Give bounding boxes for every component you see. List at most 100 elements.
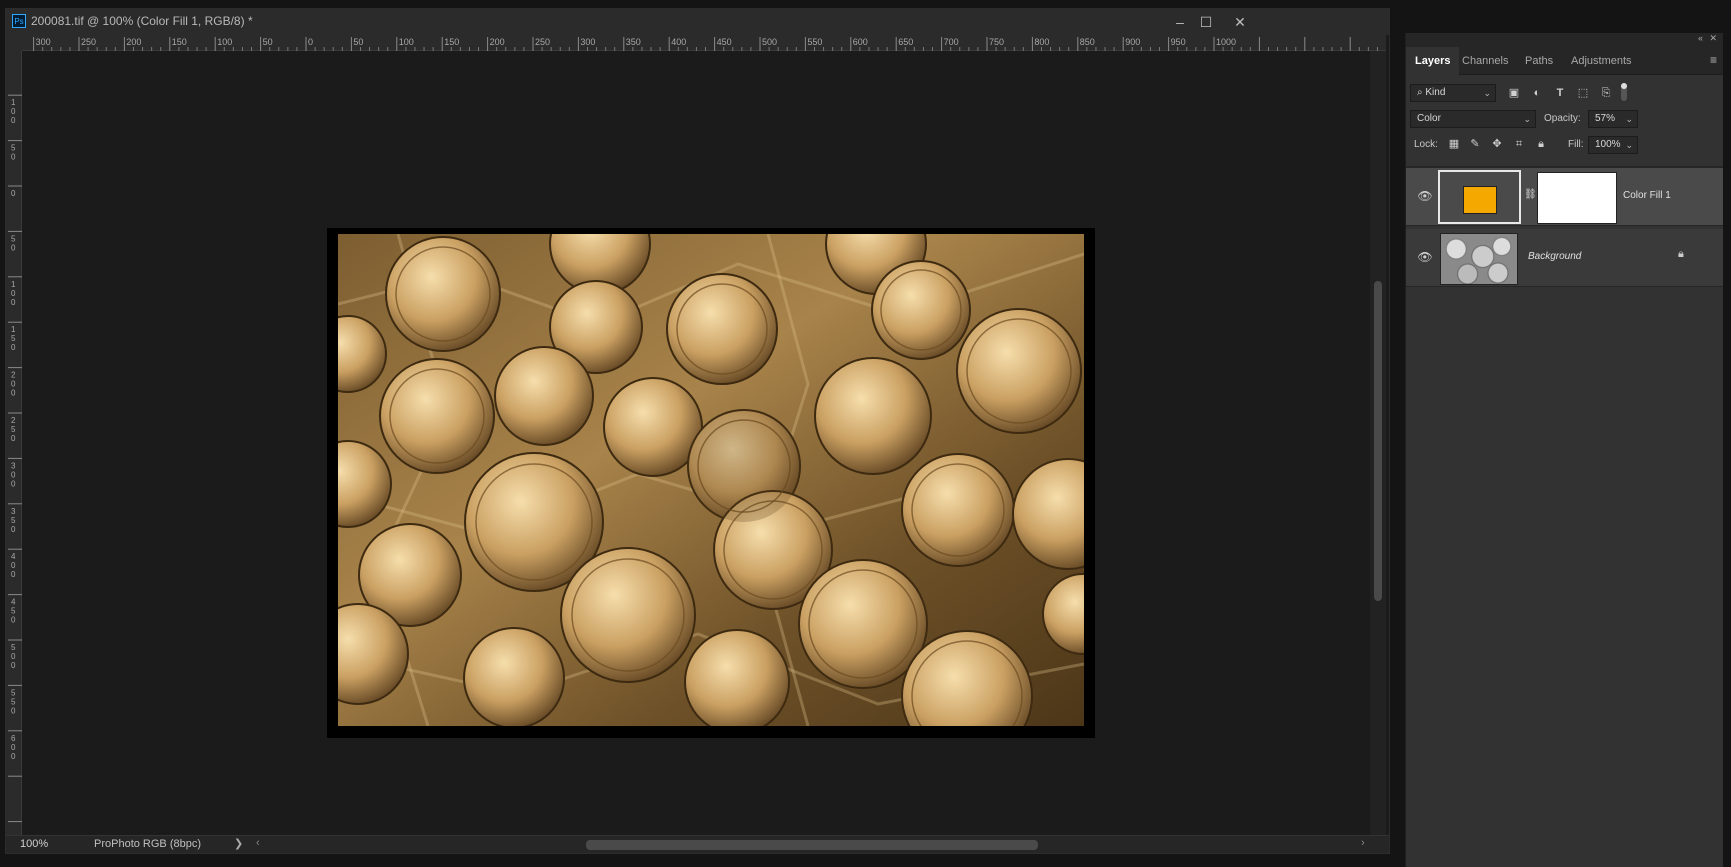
ruler-tick-label: 5	[11, 234, 16, 243]
adjustment-layer-filter-icon[interactable]: ◐	[1529, 85, 1545, 101]
ruler-tick-label: 0	[11, 153, 16, 162]
layer-mask-thumbnail[interactable]	[1537, 172, 1617, 224]
lock-image-pixels-brush-icon[interactable]: ✎	[1467, 136, 1483, 152]
opacity-input[interactable]: 57% ⌄	[1588, 110, 1638, 128]
blend-mode-select[interactable]: Color ⌄	[1410, 110, 1536, 128]
lock-all-icon[interactable]: 🔒︎	[1533, 136, 1549, 152]
ruler-tick-label: 2	[11, 416, 16, 425]
filter-toggle-switch[interactable]	[1621, 83, 1627, 101]
ruler-tick-label: 400	[671, 37, 686, 47]
horizontal-scroll-thumb[interactable]	[586, 840, 1038, 850]
ruler-tick-label: 0	[11, 107, 16, 116]
lock-position-move-icon[interactable]: ✥	[1489, 136, 1505, 152]
ruler-tick-label: 150	[444, 37, 459, 47]
ruler-tick-label: 0	[11, 343, 16, 352]
ruler-tick-label: 100	[217, 37, 232, 47]
close-button[interactable]: ✕	[1228, 12, 1252, 32]
shape-layer-filter-icon[interactable]: ⬚	[1575, 85, 1591, 101]
blend-mode-value: Color	[1417, 113, 1441, 124]
vertical-scrollbar[interactable]	[1370, 51, 1386, 835]
lock-transparent-pixels-icon[interactable]: ▦	[1446, 136, 1462, 152]
ruler-tick-label: 2	[11, 371, 16, 380]
status-menu-arrow-icon[interactable]: ❯	[234, 837, 243, 850]
ruler-tick-label: 550	[807, 37, 822, 47]
smart-object-filter-icon[interactable]: ⎘	[1598, 85, 1614, 101]
ruler-tick-label: 150	[172, 37, 187, 47]
ruler-tick-label: 0	[11, 289, 16, 298]
layer-row-background[interactable]: 👁︎ Background 🔒︎	[1406, 229, 1723, 287]
tab-channels[interactable]: Channels	[1453, 47, 1517, 75]
collapse-panel-icon[interactable]: «	[1698, 33, 1703, 43]
ruler-tick-label: 0	[11, 616, 16, 625]
layer-row-color-fill-1[interactable]: 👁︎ ⛓ Color Fill 1	[1406, 168, 1723, 226]
ruler-tick-label: 0	[11, 479, 16, 488]
canvas-frame	[304, 193, 1124, 762]
mask-link-chain-icon[interactable]: ⛓	[1524, 189, 1537, 203]
ruler-tick-label: 3	[11, 507, 16, 516]
layers-panel: « ✕ Layers Channels Paths Adjustments ≡ …	[1405, 33, 1723, 867]
ruler-tick-label: 0	[11, 743, 16, 752]
scroll-right-icon[interactable]: ›	[1361, 837, 1365, 849]
horizontal-ruler-ticks: 300 250 200 150 100 50 0 50 100 150 200 250 300 350 40…	[33, 37, 1378, 51]
vertical-ruler-ticks: 1005005010015020025030035040045050055060…	[8, 94, 22, 823]
chevron-down-icon: ⌄	[1483, 88, 1491, 98]
ruler-tick-label: 0	[11, 706, 16, 715]
layer-lock-icon[interactable]: 🔒︎	[1678, 248, 1684, 261]
minimize-button[interactable]: –	[1168, 12, 1192, 32]
ruler-tick-label: 350	[626, 37, 641, 47]
ruler-tick-label: 1	[11, 98, 16, 107]
layer-filter-kind-label: Kind	[1425, 87, 1446, 98]
zoom-level[interactable]: 100%	[20, 838, 48, 850]
color-profile-info[interactable]: ProPhoto RGB (8bpc)	[94, 838, 201, 850]
background-layer-thumbnail[interactable]	[1440, 233, 1518, 285]
layer-name[interactable]: Background	[1528, 251, 1581, 262]
scroll-left-icon[interactable]: ‹	[256, 837, 260, 849]
visibility-eye-icon[interactable]: 👁︎	[1416, 248, 1434, 266]
panel-header-strip: « ✕	[1406, 33, 1723, 47]
ruler-tick-label: 1	[11, 280, 16, 289]
ruler-tick-label: 900	[1125, 37, 1140, 47]
ruler-tick-label: 5	[11, 334, 16, 343]
panel-menu-icon[interactable]: ≡	[1710, 53, 1717, 67]
document-window: Ps 200081.tif @ 100% (Color Fill 1, RGB/…	[5, 8, 1390, 854]
ruler-tick-label: 4	[11, 552, 16, 561]
ruler-tick-label: 750	[989, 37, 1004, 47]
ruler-tick-label: 650	[898, 37, 913, 47]
tab-paths[interactable]: Paths	[1516, 47, 1562, 75]
lock-label: Lock:	[1414, 139, 1438, 150]
ruler-tick-label: 200	[126, 37, 141, 47]
ruler-tick-label: 6	[11, 734, 16, 743]
tab-adjustments[interactable]: Adjustments	[1562, 47, 1641, 75]
fill-value: 100%	[1595, 139, 1621, 150]
opacity-label: Opacity:	[1544, 113, 1581, 124]
document-image-coins[interactable]	[304, 193, 1124, 762]
tab-layers[interactable]: Layers	[1406, 47, 1460, 75]
panel-tabs: Layers Channels Paths Adjustments ≡	[1406, 47, 1723, 75]
visibility-eye-icon[interactable]: 👁︎	[1416, 187, 1434, 205]
type-layer-filter-icon[interactable]: T	[1552, 85, 1568, 101]
ruler-tick-label: 0	[11, 243, 16, 252]
fill-layer-thumbnail[interactable]	[1438, 170, 1521, 224]
ruler-tick-label: 250	[81, 37, 96, 47]
ruler-tick-label: 200	[490, 37, 505, 47]
fill-input[interactable]: 100% ⌄	[1588, 136, 1638, 154]
ruler-tick-label: 100	[399, 37, 414, 47]
coins-image-illustration	[304, 193, 1124, 762]
ruler-tick-label: 0	[11, 652, 16, 661]
vertical-ruler[interactable]: 1005005010015020025030035040045050055060…	[6, 51, 22, 835]
ruler-tick-label: 300	[580, 37, 595, 47]
document-title-bar[interactable]: Ps 200081.tif @ 100% (Color Fill 1, RGB/…	[6, 9, 1389, 35]
chevron-down-icon: ⌄	[1625, 140, 1633, 150]
vertical-scroll-thumb[interactable]	[1374, 281, 1382, 601]
close-panel-icon[interactable]: ✕	[1709, 33, 1717, 44]
canvas-area[interactable]	[22, 51, 1370, 835]
layer-filter-kind-select[interactable]: ⌕ Kind ⌄	[1410, 84, 1496, 102]
maximize-button[interactable]: ☐	[1194, 12, 1218, 32]
horizontal-ruler[interactable]: 300 250 200 150 100 50 0 50 100 150 200 250 300 350 40…	[22, 35, 1386, 51]
ruler-tick-label: 5	[11, 144, 16, 153]
horizontal-scrollbar[interactable]: ‹ ›	[256, 837, 1371, 850]
lock-artboard-icon[interactable]: ⌗	[1511, 136, 1527, 152]
pixel-layer-filter-icon[interactable]: ▣	[1506, 85, 1522, 101]
layer-name[interactable]: Color Fill 1	[1623, 190, 1671, 201]
ruler-tick-label: 5	[11, 425, 16, 434]
